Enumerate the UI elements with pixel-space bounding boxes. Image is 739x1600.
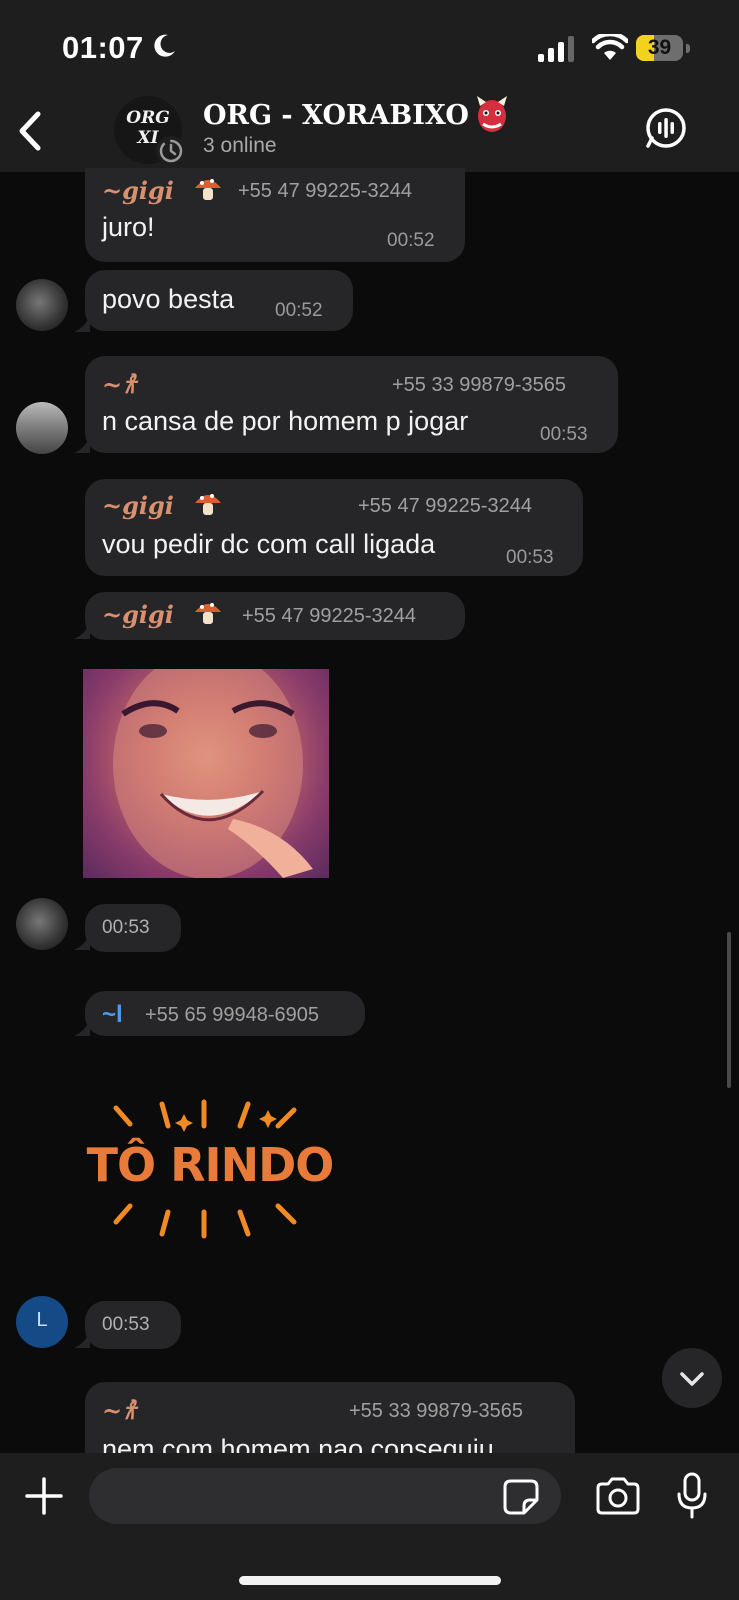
message-time: 00:52 [275, 300, 323, 321]
message-bubble[interactable]: povo besta 00:52 [85, 270, 353, 331]
home-indicator[interactable] [239, 1576, 501, 1585]
message-text: n cansa de por homem p jogar [102, 406, 469, 436]
avatar[interactable] [16, 898, 68, 950]
shared-photo[interactable] [83, 669, 329, 878]
photo-face-image [113, 669, 313, 878]
sender-name: ~gigi [102, 176, 174, 205]
message-text: juro! [102, 212, 155, 242]
message-time-bubble[interactable]: 00:53 [85, 1301, 181, 1349]
sender-name: ~gigi [102, 600, 174, 629]
avatar-letter: L [36, 1309, 48, 1331]
sender-name: ~gigi [102, 491, 174, 520]
sticker-icon[interactable] [502, 1478, 540, 1516]
sender-name: ~𐀪 [102, 1396, 137, 1425]
plus-icon[interactable] [24, 1476, 64, 1516]
scroll-down-button[interactable] [662, 1348, 722, 1408]
signal-icon [538, 36, 574, 62]
group-title[interactable]: ORG - XORABIXO [203, 100, 469, 131]
message-input[interactable] [89, 1468, 561, 1524]
mushroom-emoji [195, 179, 221, 200]
message-text: vou pedir dc com call ligada [102, 529, 436, 559]
status-time: 01:07 [62, 30, 144, 65]
message-sender-header[interactable]: ~l +55 65 99948-6905 [85, 991, 365, 1036]
sticker-to-rindo[interactable]: TÔ RINDO [80, 1094, 340, 1244]
message-bubble[interactable]: ~𐀪 +55 33 99879-3565 n cansa de por home… [85, 356, 618, 453]
avatar[interactable] [16, 279, 68, 331]
sender-name: ~l [102, 1001, 123, 1028]
sticker-text: TÔ RINDO [86, 1138, 335, 1192]
scrollbar[interactable] [727, 932, 731, 1088]
sender-phone: +55 33 99879-3565 [349, 1400, 524, 1422]
avatar[interactable]: L [16, 1296, 68, 1348]
sender-phone: +55 47 99225-3244 [242, 605, 417, 627]
message-time: 00:53 [102, 917, 150, 938]
message-time: 00:53 [540, 424, 588, 445]
message-time-bubble[interactable]: 00:53 [85, 904, 181, 952]
sender-phone: +55 47 99225-3244 [238, 180, 413, 202]
mic-icon[interactable] [676, 1472, 708, 1520]
message-sender-header[interactable]: ~gigi +55 47 99225-3244 [85, 592, 465, 640]
battery-icon: 39 [636, 35, 690, 63]
sender-phone: +55 47 99225-3244 [358, 495, 533, 517]
sender-phone: +55 65 99948-6905 [145, 1004, 320, 1026]
message-time: 00:53 [102, 1314, 150, 1335]
message-time: 00:53 [506, 547, 554, 568]
moon-icon [154, 34, 175, 57]
camera-icon[interactable] [594, 1476, 642, 1516]
mushroom-emoji [195, 494, 221, 515]
message-bubble[interactable]: ~gigi +55 47 99225-3244 juro! 00:52 [85, 168, 465, 262]
disappearing-timer-icon [156, 136, 186, 166]
sender-phone: +55 33 99879-3565 [392, 374, 567, 396]
wifi-icon [592, 34, 628, 60]
avatar[interactable] [16, 402, 68, 454]
scroll-down-icon [680, 1372, 704, 1386]
back-icon[interactable] [14, 106, 44, 156]
message-time: 00:52 [387, 230, 435, 251]
battery-level: 39 [647, 36, 672, 59]
sender-name: ~𐀪 [102, 370, 137, 399]
online-count: 3 online [203, 134, 277, 157]
mushroom-emoji [195, 603, 221, 624]
ogre-emoji [477, 96, 507, 132]
voice-chat-icon[interactable] [644, 106, 688, 150]
message-text: povo besta [102, 284, 235, 314]
message-bubble[interactable]: ~gigi +55 47 99225-3244 vou pedir dc com… [85, 479, 583, 576]
